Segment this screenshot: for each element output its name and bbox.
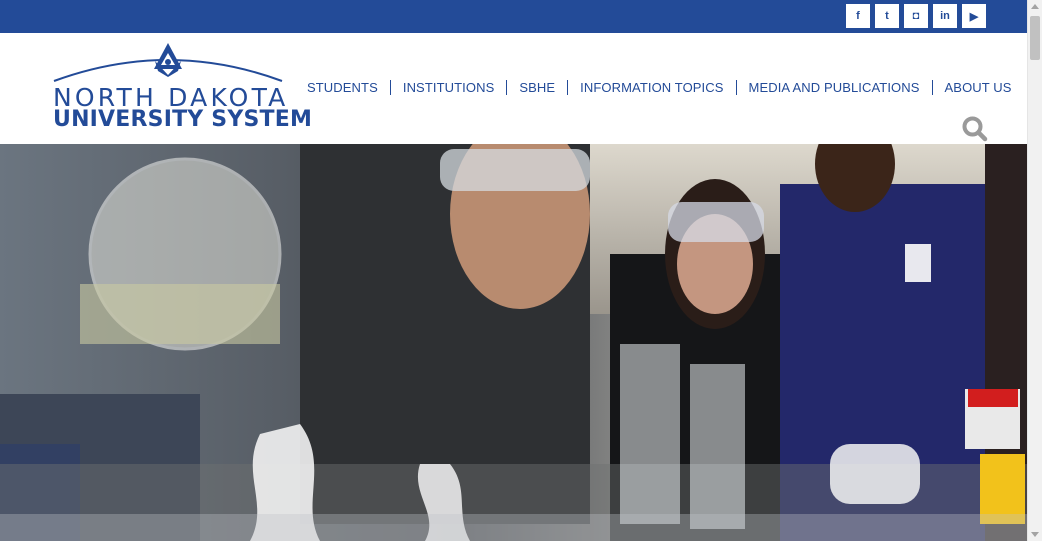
nav-institutions[interactable]: INSTITUTIONS <box>403 80 494 95</box>
linkedin-icon[interactable]: in <box>933 4 957 28</box>
ndus-logo[interactable]: NORTH DAKOTA UNIVERSITY SYSTEM <box>52 41 312 133</box>
nav-divider <box>567 80 569 95</box>
hero-image <box>0 144 1027 541</box>
search-icon[interactable] <box>962 116 988 147</box>
main-nav: STUDENTS INSTITUTIONS SBHE INFORMATION T… <box>307 80 1012 95</box>
site-header: NORTH DAKOTA UNIVERSITY SYSTEM STUDENTS … <box>0 33 1027 144</box>
social-links: f t ◘ in ▶ <box>846 4 986 28</box>
nav-sbhe[interactable]: SBHE <box>519 80 555 95</box>
nav-information-topics[interactable]: INFORMATION TOPICS <box>580 80 723 95</box>
facebook-icon[interactable]: f <box>846 4 870 28</box>
logo-line-2: UNIVERSITY SYSTEM <box>53 107 313 132</box>
page-scrollbar[interactable] <box>1027 0 1042 541</box>
nav-about-us[interactable]: ABOUT US <box>945 80 1012 95</box>
scroll-down-icon[interactable] <box>1031 532 1039 537</box>
instagram-icon[interactable]: ◘ <box>904 4 928 28</box>
scroll-up-icon[interactable] <box>1031 4 1039 9</box>
hero-lab-photo <box>0 144 1027 541</box>
nav-students[interactable]: STUDENTS <box>307 80 378 95</box>
nav-media-and-publications[interactable]: MEDIA AND PUBLICATIONS <box>749 80 920 95</box>
nav-divider <box>506 80 508 95</box>
scrollbar-thumb[interactable] <box>1030 16 1040 60</box>
top-bar: f t ◘ in ▶ <box>0 0 1027 33</box>
youtube-icon[interactable]: ▶ <box>962 4 986 28</box>
twitter-icon[interactable]: t <box>875 4 899 28</box>
nav-divider <box>735 80 737 95</box>
nav-divider <box>389 80 391 95</box>
nav-divider <box>931 80 933 95</box>
